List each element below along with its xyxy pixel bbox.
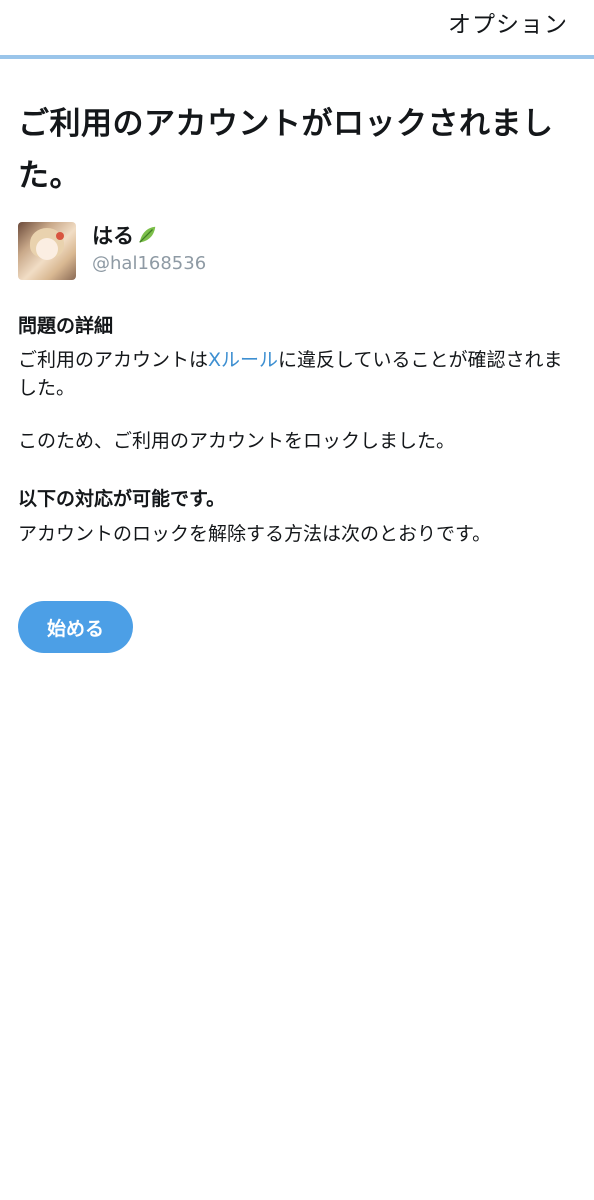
details-heading: 問題の詳細 (18, 315, 114, 337)
rules-link[interactable]: Xルール (208, 349, 278, 371)
top-bar: オプション (0, 0, 594, 56)
account-info: はる @hal168536 (18, 222, 578, 282)
lock-notice: このため、ご利用のアカウントをロックしました。 (18, 430, 456, 452)
leaf-icon (139, 226, 156, 243)
options-button[interactable]: オプション (448, 10, 568, 40)
start-button[interactable]: 始める (18, 601, 133, 653)
display-name: はる (92, 224, 134, 248)
page-title: ご利用のアカウントがロックされました。 (18, 106, 554, 194)
top-divider (0, 55, 594, 59)
account-handle: @hal168536 (92, 253, 207, 274)
avatar (18, 222, 76, 280)
violation-text: ご利用のアカウントはXルールに違反していることが確認されました。 (18, 346, 578, 402)
actions-heading: 以下の対応が可能です。 (18, 488, 226, 510)
unlock-description: アカウントのロックを解除する方法は次のとおりです。 (18, 523, 492, 545)
violation-prefix: ご利用のアカウントは (18, 349, 209, 371)
display-name-row: はる (92, 222, 158, 250)
